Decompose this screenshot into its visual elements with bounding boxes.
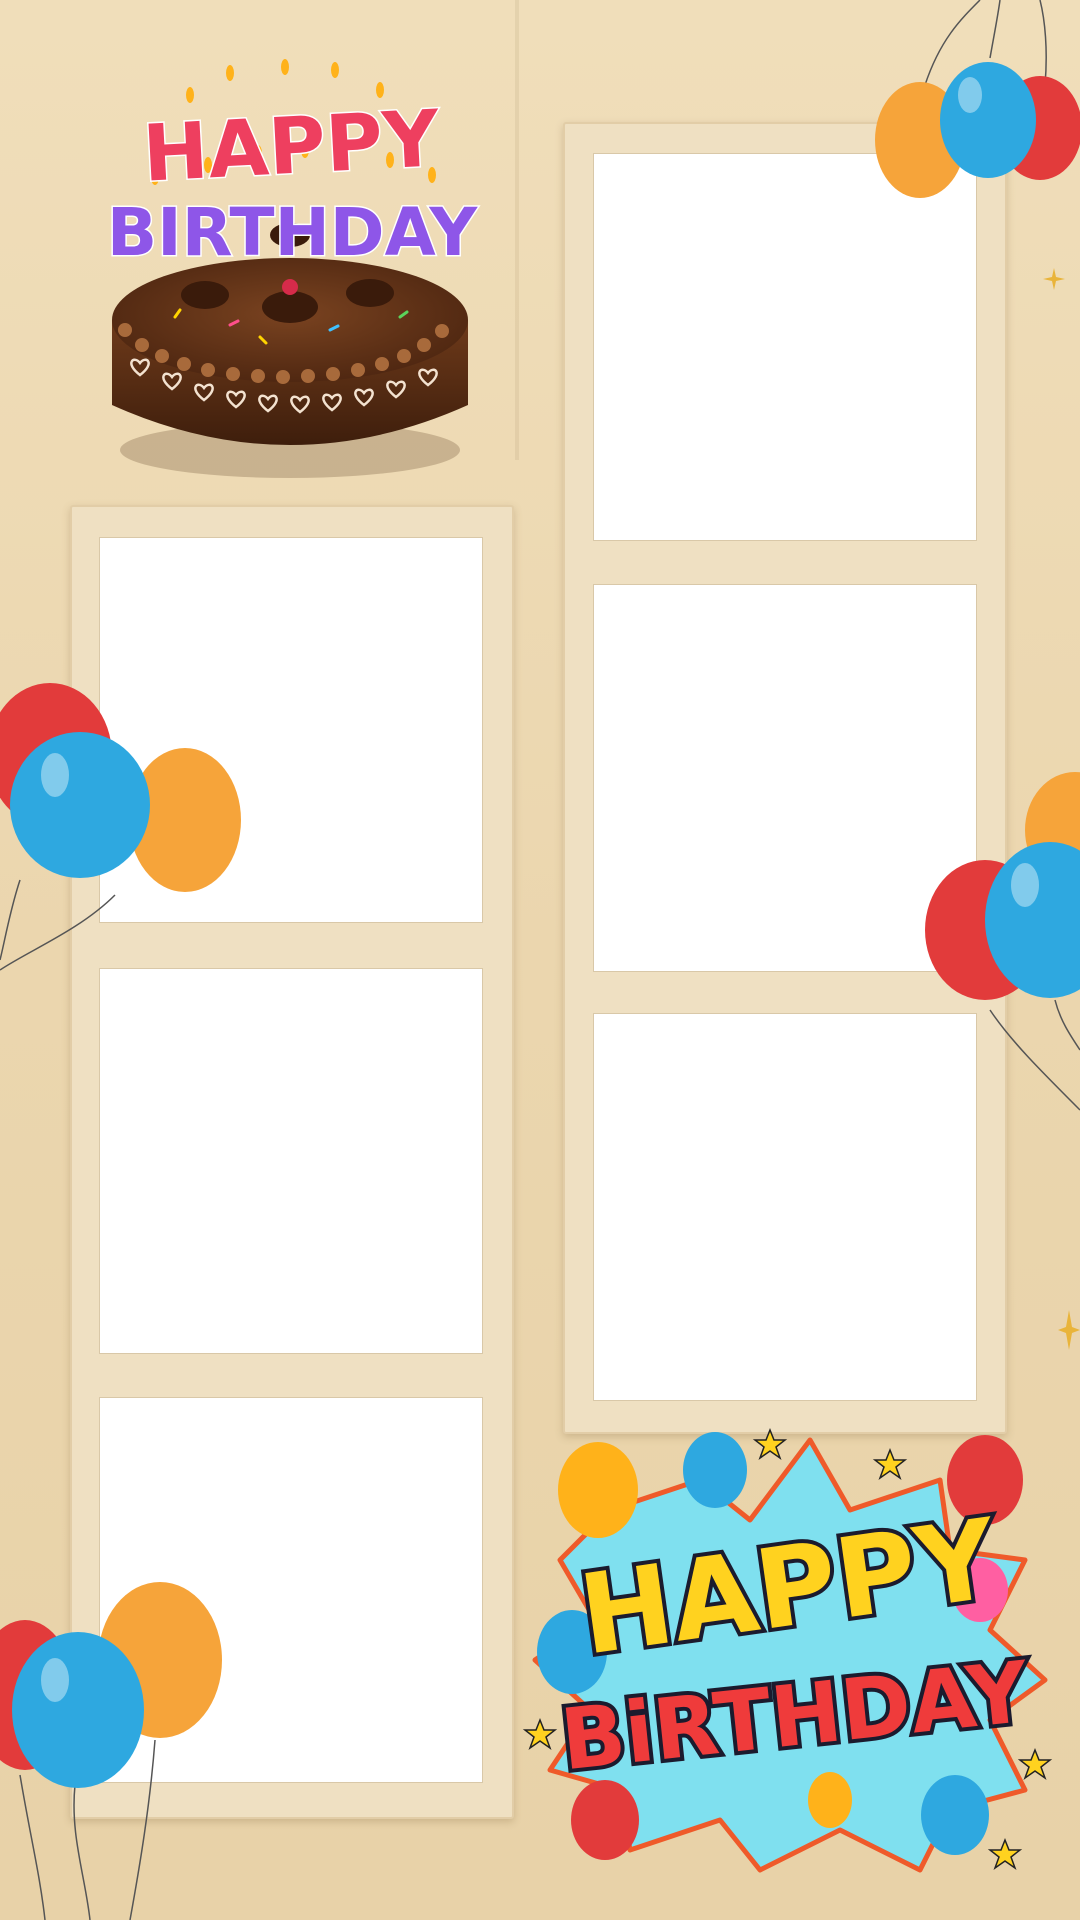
birthday-photo-template: HAPPY BIRTHDAY HAPPY BiRTHDAY [0, 0, 1080, 1920]
sparkle-icon [1058, 1310, 1080, 1350]
sparkle-icon [1043, 268, 1065, 290]
cake-title-line1: HAPPY [141, 94, 443, 199]
balloons-top-right [875, 0, 1080, 198]
happy-birthday-badge: HAPPY BiRTHDAY [522, 1427, 1053, 1873]
cake-title-line2: BIRTHDAY [107, 194, 479, 271]
balloon-blue-icon [940, 62, 1036, 178]
balloon-blue-icon [12, 1632, 144, 1788]
balloons-right-middle [925, 772, 1080, 1111]
balloons-bottom-left [0, 1582, 222, 1920]
birthday-cake-illustration: HAPPY BIRTHDAY [105, 59, 480, 478]
paper-fold [515, 0, 519, 460]
balloon-blue-icon [10, 732, 150, 878]
cake-cherry [282, 279, 298, 295]
photo-slot-2[interactable] [99, 968, 483, 1354]
balloons-left-middle [0, 683, 241, 971]
